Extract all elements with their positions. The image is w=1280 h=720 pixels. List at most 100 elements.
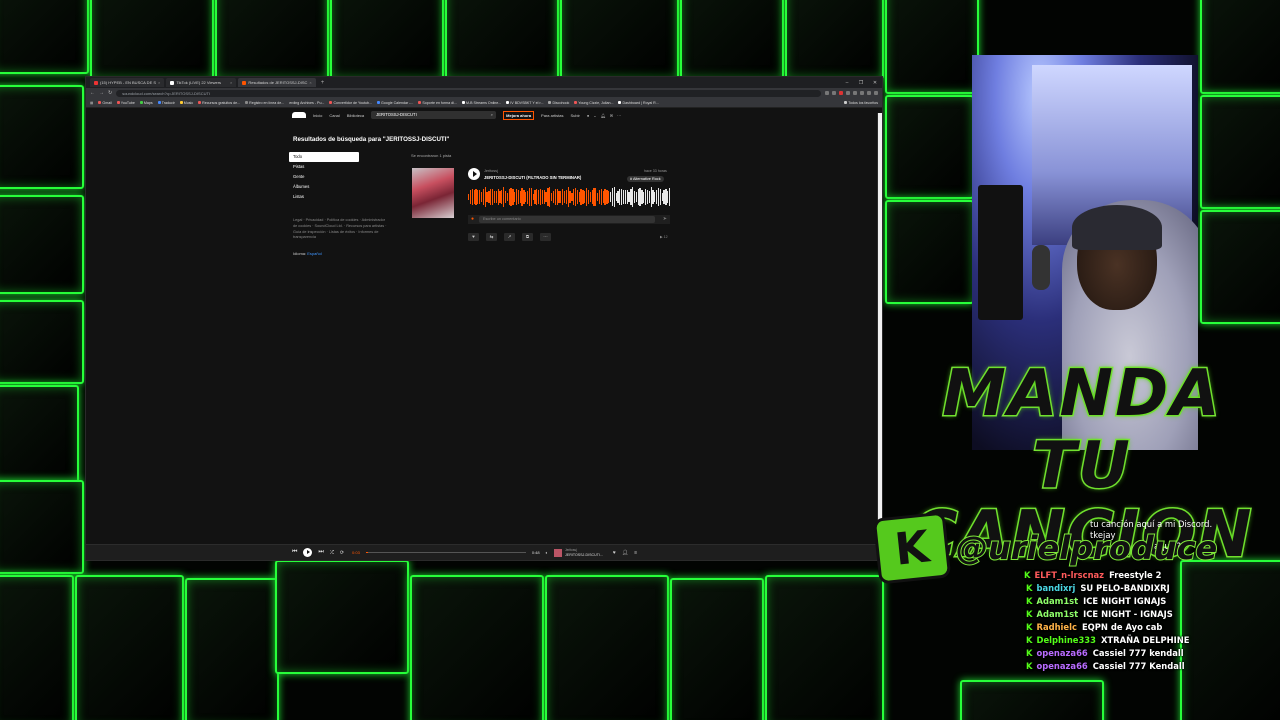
share-icon[interactable]: ↗ <box>504 233 515 241</box>
track-artwork[interactable] <box>412 168 454 218</box>
progress-bar[interactable] <box>365 552 526 553</box>
filter-tracks[interactable]: Pistas <box>289 162 359 172</box>
url-field[interactable]: soundcloud.com/search?q=JERITOSSJ-DISCUT… <box>116 89 821 97</box>
language-selector[interactable]: Idioma: Español <box>293 251 322 256</box>
nav-feed[interactable]: Canal <box>329 113 339 118</box>
track-title[interactable]: JERITOSSJ-DISCUTI (FILTRADO SIN TERMINAR… <box>484 175 581 180</box>
tab-soundcloud[interactable]: Resultados de JERITOSSJ-DISC × <box>238 78 316 87</box>
bookmark[interactable]: Discohook <box>548 101 569 105</box>
play-button[interactable] <box>468 168 480 180</box>
bookmark[interactable]: Soporte en forma di... <box>418 101 457 105</box>
now-playing-artwork[interactable] <box>554 548 563 557</box>
bookmark-folder[interactable]: Todos los favoritos <box>844 101 878 105</box>
messages-icon[interactable]: ✉ <box>610 113 613 118</box>
menu-icon[interactable] <box>874 91 878 95</box>
repost-icon[interactable]: ⇆ <box>486 233 497 241</box>
track-artist[interactable]: Jeritossj <box>484 169 498 173</box>
bookmark[interactable]: IV BDVSBKT Y el r... <box>506 101 543 105</box>
search-input[interactable]: JERITOSSJ-DISCUTI ⌕ <box>371 111 497 119</box>
chat-text: Cassiel 777 kendall <box>1092 648 1184 658</box>
nav-home[interactable]: Inicio <box>313 113 322 118</box>
kick-icon: K <box>1026 661 1033 671</box>
soundcloud-logo[interactable] <box>292 112 306 118</box>
scrollbar[interactable] <box>877 113 882 538</box>
chat-text: ICE NIGHT IGNAJS <box>1083 596 1167 606</box>
next-icon[interactable]: ⏭ <box>318 549 323 556</box>
for-artists-link[interactable]: Para artistas <box>541 113 563 118</box>
track-age: hace 33 horas <box>644 169 667 173</box>
minimize-icon[interactable]: – <box>840 80 854 86</box>
bookmark[interactable]: Gmail <box>98 101 112 105</box>
bookmark[interactable]: Dashboard | Royal R... <box>618 101 659 105</box>
bookmark[interactable]: Music <box>179 101 193 105</box>
forward-icon[interactable]: → <box>99 90 104 96</box>
waveform[interactable] <box>468 187 671 207</box>
bookmark[interactable]: YouTube <box>116 101 135 105</box>
bookmark[interactable]: Google Calendar -... <box>377 101 413 105</box>
chevron-down-icon[interactable]: ⌄ <box>593 113 596 118</box>
language-value[interactable]: Español <box>307 251 321 256</box>
new-tab-icon[interactable]: + <box>321 80 325 86</box>
genre-tag[interactable]: # Alternative Rock <box>627 176 664 182</box>
extension-icon[interactable] <box>839 91 843 95</box>
footer-links[interactable]: Legal · Privacidad · Política de cookies… <box>293 218 388 241</box>
bookmark[interactable]: M-B Streams Online... <box>461 101 501 105</box>
send-icon[interactable]: ➤ <box>663 216 667 222</box>
back-icon[interactable]: ← <box>90 90 95 96</box>
volume-icon[interactable]: 🔈︎ <box>546 550 548 555</box>
chat-text: XTRAÑA DELPHINE <box>1100 635 1190 645</box>
chat-text: Cassiel 777 Kendall <box>1092 661 1185 671</box>
queue-icon[interactable]: ≡ <box>634 550 637 556</box>
repeat-icon[interactable]: ⟳ <box>340 550 344 556</box>
bookmark[interactable]: Recursos gratuitos de... <box>198 101 240 105</box>
extension-icon[interactable] <box>860 91 864 95</box>
profile-icon[interactable] <box>867 91 871 95</box>
tab-tiktok[interactable]: TikTok (LIVE) 22 Viewers × <box>166 78 237 87</box>
copy-link-icon[interactable]: ⧉ <box>522 233 533 241</box>
tab-hypeb[interactable]: (15) HYPEB - EN BUSCA DE S × <box>90 78 165 87</box>
like-icon[interactable]: ♥ <box>613 550 616 556</box>
like-icon[interactable]: ♥ <box>468 233 479 241</box>
reload-icon[interactable]: ↻ <box>108 90 112 96</box>
chat-message: K ELFT_n-lrscnaz Freestyle 2 <box>1024 570 1161 580</box>
maximize-icon[interactable]: ❐ <box>854 80 868 86</box>
upload-link[interactable]: Subir <box>571 113 580 118</box>
apps-icon[interactable]: ▦ <box>90 101 93 105</box>
now-playing-title[interactable]: JERITOSSJ-DISCUTI... <box>565 553 603 558</box>
close-icon[interactable]: × <box>230 80 232 85</box>
filter-playlists[interactable]: Listas <box>289 192 359 202</box>
filter-people[interactable]: Gente <box>289 172 359 182</box>
header-icons: ● ⌄ 🔔︎ ✉ ⋯ <box>587 113 621 118</box>
shuffle-icon[interactable]: ⤮ <box>330 550 334 556</box>
star-icon[interactable] <box>832 91 836 95</box>
notifications-icon[interactable]: 🔔︎ <box>601 113 606 118</box>
more-icon[interactable]: ⋯ <box>617 113 621 118</box>
kick-icon: K <box>1024 570 1031 580</box>
chat-username: ELFT_n-lrscnaz <box>1034 570 1105 580</box>
extension-icon[interactable] <box>853 91 857 95</box>
extension-icon[interactable] <box>846 91 850 95</box>
player-play-button[interactable] <box>303 548 313 557</box>
bookmark[interactable]: Young Cizzie, Julian... <box>574 101 613 105</box>
close-window-icon[interactable]: ✕ <box>868 80 882 86</box>
extension-icon[interactable] <box>825 91 829 95</box>
close-icon[interactable]: × <box>309 80 311 85</box>
bookmark[interactable]: Convertidor de Youtub... <box>329 101 372 105</box>
bookmark[interactable]: Maps <box>139 101 153 105</box>
upgrade-button[interactable]: Mejora ahora <box>503 110 535 120</box>
follow-icon[interactable]: 👤︎ <box>622 550 628 556</box>
bookmark[interactable]: Registro en línea de... <box>245 101 284 105</box>
comment-input[interactable]: Escribe un comentario <box>479 216 655 223</box>
previous-icon[interactable]: ⏮ <box>292 549 297 556</box>
chat-message: Kopenaza66 Cassiel 777 Kendall <box>1026 661 1185 671</box>
avatar[interactable]: ● <box>587 113 589 118</box>
close-icon[interactable]: × <box>158 80 160 85</box>
search-icon[interactable]: ⌕ <box>491 111 493 119</box>
more-icon[interactable]: ⋯ <box>540 233 551 241</box>
bookmarks-bar: ▦ Gmail YouTube Maps Traducir Music Recu… <box>86 98 882 108</box>
filter-all[interactable]: Todo <box>289 152 359 162</box>
nav-library[interactable]: Biblioteca <box>347 113 364 118</box>
bookmark[interactable]: Traducir <box>157 101 175 105</box>
bookmark[interactable]: erding Archives - Pu... <box>289 101 324 105</box>
filter-albums[interactable]: Álbumes <box>289 182 359 192</box>
